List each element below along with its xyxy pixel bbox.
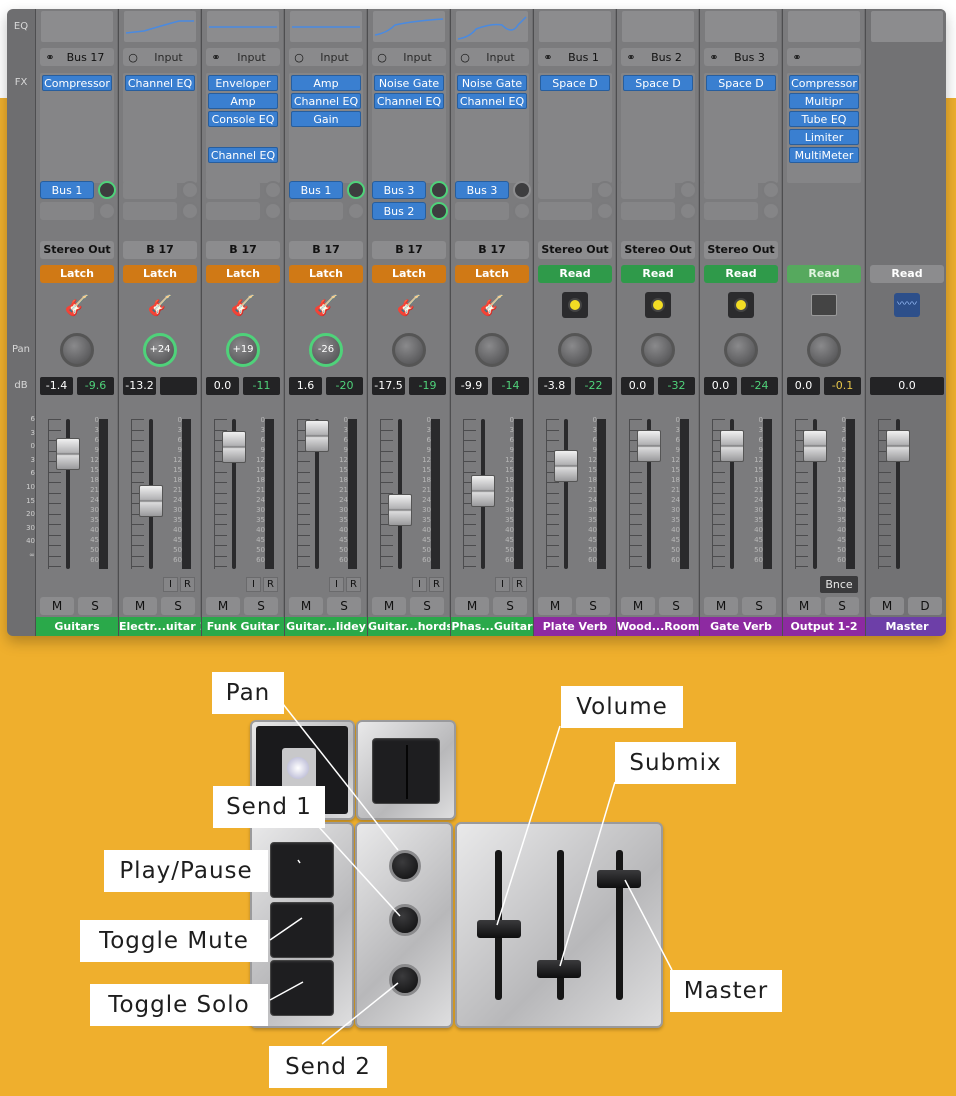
callout-master: Master [670, 970, 782, 1012]
callout-submix: Submix [615, 742, 736, 784]
callout-toggle-solo: Toggle Solo [90, 984, 268, 1026]
callout-toggle-mute: Toggle Mute [80, 920, 268, 962]
callout-play-pause: Play/Pause [104, 850, 268, 892]
callout-pan: Pan [212, 672, 284, 714]
callout-send-2: Send 2 [269, 1046, 387, 1088]
callout-send-1: Send 1 [213, 786, 325, 828]
callout-volume: Volume [561, 686, 683, 728]
